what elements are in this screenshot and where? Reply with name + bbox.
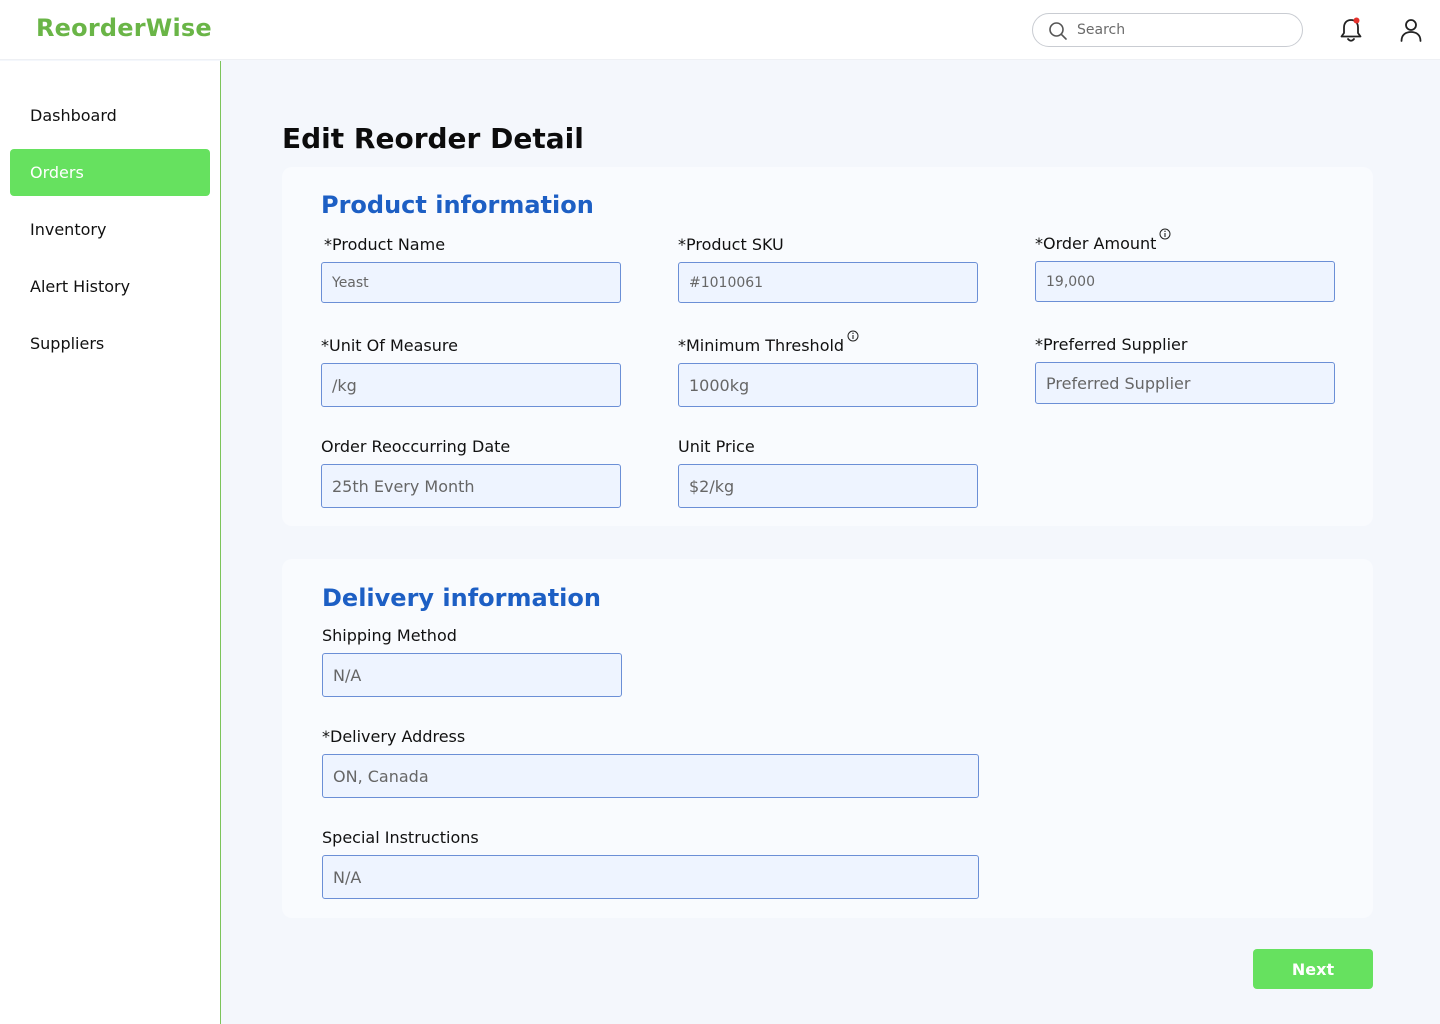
unit-price-label: Unit Price (678, 437, 755, 456)
order-amount-input[interactable] (1035, 261, 1335, 302)
preferred-supplier-label: *Preferred Supplier (1035, 335, 1188, 354)
unit-of-measure-label: *Unit Of Measure (321, 336, 458, 355)
order-amount-label: *Order Amount (1035, 234, 1157, 253)
product-information-card: Product information *Product Name *Produ… (282, 167, 1373, 526)
next-button[interactable]: Next (1253, 949, 1373, 989)
sidebar-item-suppliers[interactable]: Suppliers (10, 320, 210, 367)
notification-dot (1353, 17, 1360, 24)
order-amount-label-wrap: *Order Amount (1035, 228, 1171, 253)
search-icon (1049, 22, 1067, 40)
product-sku-input[interactable] (678, 262, 978, 303)
sidebar-item-inventory[interactable]: Inventory (10, 206, 210, 253)
search-bar[interactable] (1032, 13, 1303, 47)
info-icon[interactable] (1159, 228, 1171, 240)
delivery-address-label: *Delivery Address (322, 727, 466, 746)
delivery-information-card: Delivery information Shipping Method *De… (282, 559, 1373, 918)
delivery-address-input[interactable] (322, 754, 979, 798)
unit-of-measure-input[interactable] (321, 363, 621, 407)
preferred-supplier-input[interactable] (1035, 362, 1335, 404)
special-instructions-input[interactable] (322, 855, 979, 899)
sidebar-item-dashboard[interactable]: Dashboard (10, 92, 210, 139)
sidebar-item-alert-history[interactable]: Alert History (10, 263, 210, 310)
delivery-information-title: Delivery information (322, 584, 601, 612)
bell-icon[interactable] (1338, 16, 1364, 44)
product-sku-label: *Product SKU (678, 235, 784, 254)
top-header: ReorderWise (0, 0, 1440, 60)
page-title: Edit Reorder Detail (282, 122, 584, 155)
info-icon[interactable] (847, 330, 859, 342)
search-input[interactable] (1077, 20, 1287, 40)
reoccurring-date-input[interactable] (321, 464, 621, 508)
product-information-title: Product information (321, 191, 594, 219)
special-instructions-label: Special Instructions (322, 828, 479, 847)
sidebar: Dashboard Orders Inventory Alert History… (0, 61, 221, 1024)
minimum-threshold-label: *Minimum Threshold (678, 336, 845, 355)
user-icon[interactable] (1398, 17, 1424, 43)
product-name-input[interactable] (321, 262, 621, 303)
minimum-threshold-label-wrap: *Minimum Threshold (678, 330, 859, 355)
minimum-threshold-input[interactable] (678, 363, 978, 407)
reoccurring-date-label: Order Reoccurring Date (321, 437, 511, 456)
unit-price-input[interactable] (678, 464, 978, 508)
shipping-method-input[interactable] (322, 653, 622, 697)
shipping-method-label: Shipping Method (322, 626, 457, 645)
product-name-label: *Product Name (324, 235, 446, 254)
sidebar-item-orders[interactable]: Orders (10, 149, 210, 196)
app-logo[interactable]: ReorderWise (36, 14, 212, 42)
